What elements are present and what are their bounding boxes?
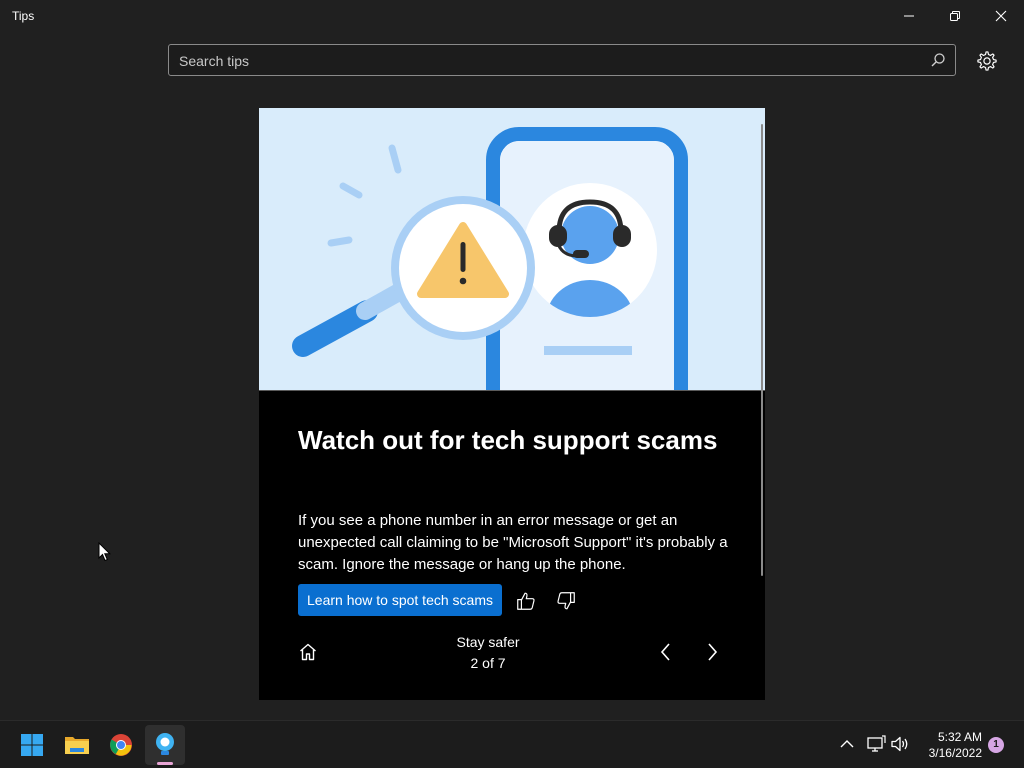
learn-more-button[interactable]: Learn how to spot tech scams [298, 584, 502, 616]
tip-card: Watch out for tech support scams If you … [259, 108, 765, 700]
chevron-right-icon [708, 643, 718, 661]
close-button[interactable] [978, 0, 1024, 32]
thumbs-up-icon [517, 592, 535, 610]
tips-taskbar-button[interactable] [145, 725, 185, 765]
tip-title: Watch out for tech support scams [298, 425, 718, 455]
section-name: Stay safer [456, 634, 520, 650]
chevron-left-icon [660, 643, 670, 661]
tech-support-scam-illustration [259, 108, 765, 390]
file-explorer-button[interactable] [57, 725, 97, 765]
tips-window: Tips Search tips Watch out for tech supp… [0, 0, 1024, 720]
network-icon[interactable] [866, 734, 886, 754]
search-icon[interactable] [929, 51, 947, 69]
home-button[interactable] [295, 639, 321, 665]
file-explorer-icon [65, 737, 89, 754]
thumbs-down-icon [557, 592, 575, 610]
card-scrollbar[interactable] [761, 124, 763, 576]
home-icon [300, 643, 316, 661]
system-clock[interactable]: 5:32 AM 3/16/2022 [916, 729, 982, 761]
show-hidden-icons-button[interactable] [838, 735, 856, 753]
next-tip-button[interactable] [699, 639, 725, 665]
volume-icon[interactable] [890, 734, 910, 754]
tip-position: Stay safer 2 of 7 [428, 632, 548, 674]
start-icon [21, 734, 43, 756]
title-bar: Tips [0, 0, 1024, 32]
notification-badge[interactable]: 1 [988, 737, 1004, 753]
thumbs-up-button[interactable] [513, 588, 539, 614]
minimize-icon [904, 15, 914, 17]
chevron-up-icon [840, 740, 854, 748]
search-input[interactable]: Search tips [168, 44, 956, 76]
tips-icon [156, 733, 174, 755]
settings-button[interactable] [972, 46, 1002, 76]
restore-icon [950, 11, 960, 21]
restore-button[interactable] [932, 0, 978, 32]
app-title: Tips [12, 9, 35, 23]
minimize-button[interactable] [886, 0, 932, 32]
thumbs-down-button[interactable] [553, 588, 579, 614]
gear-icon [977, 51, 997, 71]
page-indicator: 2 of 7 [470, 655, 506, 671]
start-button[interactable] [12, 725, 52, 765]
previous-tip-button[interactable] [653, 639, 679, 665]
taskbar: 5:32 AM 3/16/2022 1 [0, 720, 1024, 768]
active-app-indicator [157, 762, 173, 765]
clock-time: 5:32 AM [937, 730, 982, 744]
search-placeholder: Search tips [179, 53, 250, 69]
chrome-icon [110, 734, 132, 756]
clock-date: 3/16/2022 [928, 746, 982, 760]
mouse-cursor-icon [98, 542, 112, 562]
tip-body: If you see a phone number in an error me… [298, 512, 728, 573]
close-icon [995, 10, 1007, 22]
hero-illustration [259, 108, 765, 391]
chrome-button[interactable] [101, 725, 141, 765]
